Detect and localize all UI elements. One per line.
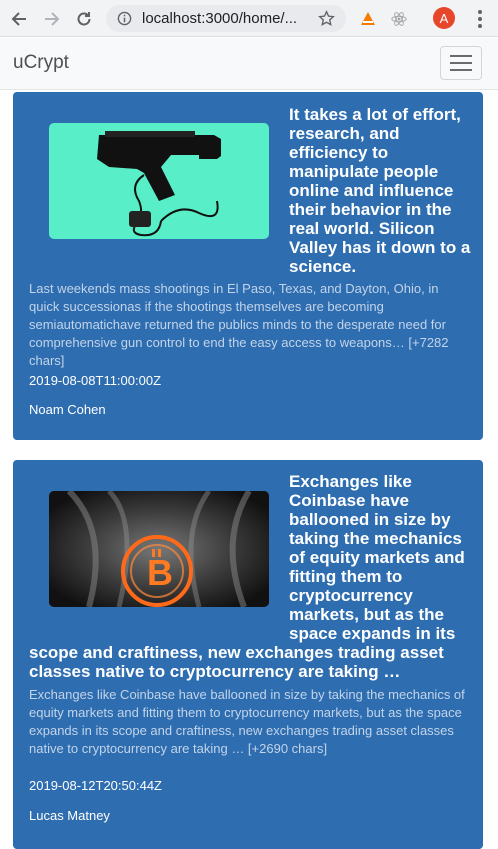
article-card[interactable]: B Exchanges like Coinbase have ballooned…	[13, 460, 483, 849]
info-icon[interactable]	[117, 11, 132, 31]
article-card[interactable]: It takes a lot of effort, research, and …	[13, 92, 483, 440]
article-author: Noam Cohen	[29, 402, 106, 417]
article-date: 2019-08-12T20:50:44Z	[29, 778, 162, 793]
react-devtools-icon[interactable]	[388, 8, 410, 30]
address-bar[interactable]: localhost:3000/home/...	[106, 5, 346, 32]
article-title[interactable]: Exchanges like Coinbase have ballooned i…	[29, 472, 475, 681]
article-title[interactable]: It takes a lot of effort, research, and …	[289, 105, 474, 276]
reload-icon[interactable]	[71, 6, 97, 32]
hamburger-menu-button[interactable]	[440, 46, 482, 80]
article-author: Lucas Matney	[29, 808, 110, 823]
light-gun-icon	[97, 131, 221, 237]
profile-avatar[interactable]: A	[433, 7, 455, 29]
article-description: Exchanges like Coinbase have ballooned i…	[29, 687, 465, 756]
back-arrow-icon[interactable]	[6, 6, 32, 32]
image-float-spacer	[29, 472, 289, 634]
article-date: 2019-08-08T11:00:00Z	[29, 373, 162, 388]
browser-toolbar: localhost:3000/home/... A	[0, 0, 498, 37]
article-description: Last weekends mass shootings in El Paso,…	[29, 281, 449, 368]
bookmark-star-icon[interactable]	[318, 10, 335, 32]
triangle-extension-icon[interactable]	[357, 8, 379, 30]
article-image	[49, 123, 269, 239]
forward-arrow-icon[interactable]	[39, 6, 65, 32]
app-navbar: uCrypt	[0, 38, 498, 90]
url-text: localhost:3000/home/...	[142, 10, 298, 27]
brand-logo[interactable]: uCrypt	[13, 52, 69, 74]
browser-menu-icon[interactable]	[472, 8, 488, 30]
